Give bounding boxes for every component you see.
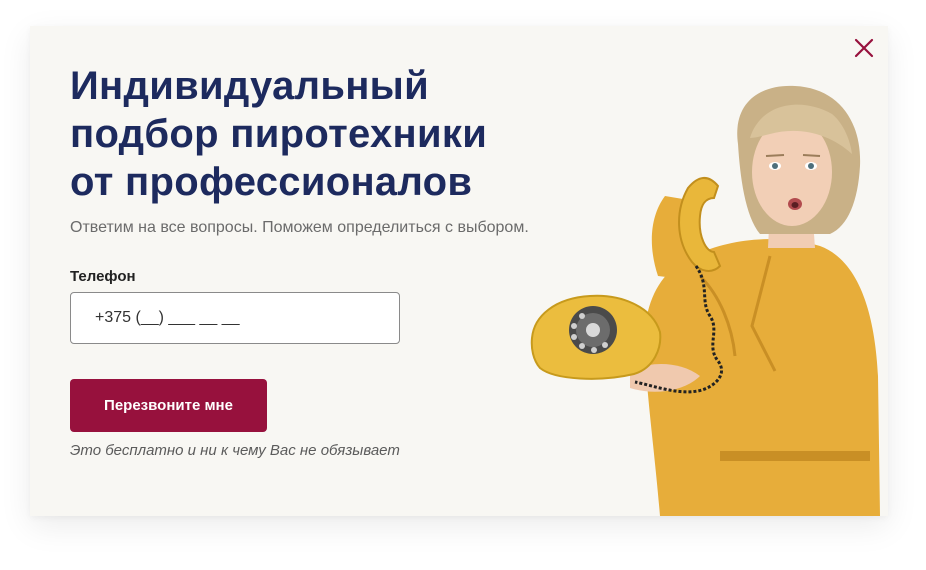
phone-input[interactable] [70,292,400,344]
free-note: Это бесплатно и ни к чему Вас не обязыва… [70,442,400,459]
title-line-3: от профессионалов [70,160,473,204]
callback-modal: Индивидуальный подбор пиротехники от про… [30,26,888,516]
woman-with-telephone-illustration [530,85,880,516]
title-line-2: подбор пиротехники [70,112,488,156]
phone-label: Телефон [70,268,136,285]
callback-button[interactable]: Перезвоните мне [70,379,267,432]
title-line-1: Индивидуальный [70,64,430,108]
